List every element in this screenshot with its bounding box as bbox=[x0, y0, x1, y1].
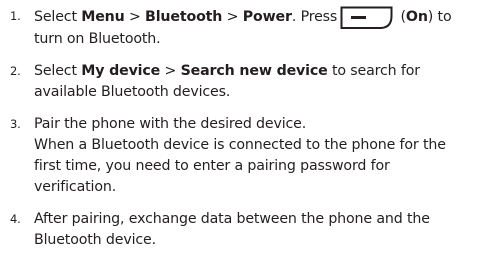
my-device-term: My device bbox=[81, 63, 161, 79]
step-2-line-2: available Bluetooth devices. bbox=[34, 84, 231, 100]
search-new-device-term: Search new device bbox=[180, 63, 328, 79]
step-2-line-1: Select My device > Search new device to … bbox=[34, 63, 420, 79]
step-3-line-3: first time, you need to enter a pairing … bbox=[34, 158, 390, 174]
step-number: 3. bbox=[10, 117, 21, 131]
step-4: 4. After pairing, exchange data between … bbox=[10, 209, 494, 251]
step-1: 1. Select Menu > Bluetooth > Power. Pres… bbox=[10, 6, 494, 50]
step-3-line-4: verification. bbox=[34, 179, 117, 195]
step-number: 4. bbox=[10, 212, 21, 226]
left-softkey-icon bbox=[340, 6, 393, 29]
step-4-line-1: After pairing, exchange data between the… bbox=[34, 211, 430, 227]
on-term: On bbox=[405, 9, 428, 25]
step-1-line-1: Select Menu > Bluetooth > Power. Press (… bbox=[34, 6, 494, 29]
step-3-line-1: Pair the phone with the desired device. bbox=[34, 116, 307, 132]
step-1-line-2: turn on Bluetooth. bbox=[34, 31, 161, 47]
step-3-line-2: When a Bluetooth device is connected to … bbox=[34, 137, 446, 153]
step-4-line-2: Bluetooth device. bbox=[34, 232, 156, 248]
power-term: Power bbox=[242, 9, 292, 25]
step-2: 2. Select My device > Search new device … bbox=[10, 61, 494, 103]
step-3: 3. Pair the phone with the desired devic… bbox=[10, 114, 494, 198]
bluetooth-term: Bluetooth bbox=[145, 9, 223, 25]
instruction-list: 1. Select Menu > Bluetooth > Power. Pres… bbox=[10, 6, 494, 251]
step-number: 2. bbox=[10, 64, 21, 78]
step-number: 1. bbox=[10, 9, 21, 23]
menu-term: Menu bbox=[81, 9, 125, 25]
